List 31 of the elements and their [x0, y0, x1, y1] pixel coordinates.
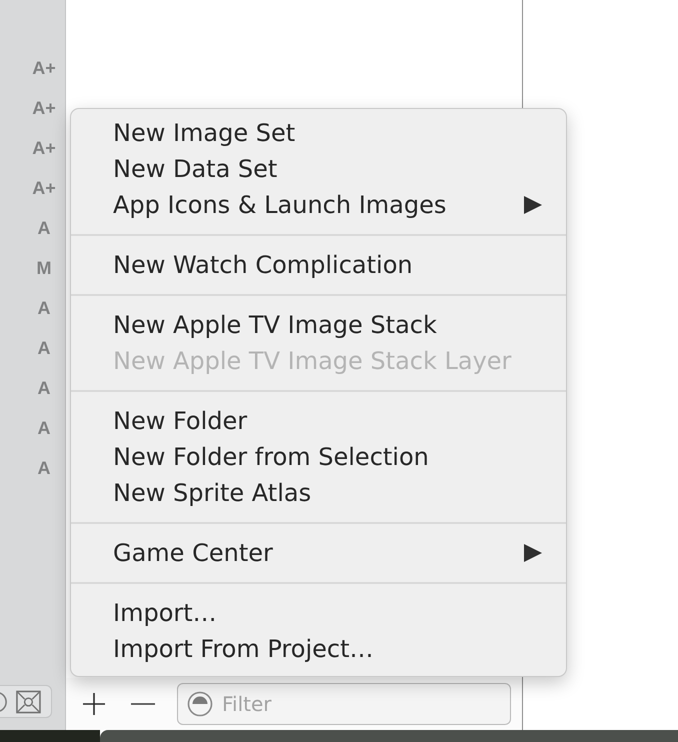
menu-item[interactable]: New Apple TV Image Stack [71, 307, 566, 343]
filter-icon [187, 691, 213, 717]
menu-item[interactable]: Import From Project… [71, 631, 566, 667]
menu-item[interactable]: New Watch Complication [71, 247, 566, 283]
menu-item[interactable]: New Sprite Atlas [71, 475, 566, 511]
status-letter: A [36, 217, 52, 240]
status-letter: M [36, 257, 52, 280]
status-letter: A+ [31, 97, 57, 120]
add-button[interactable] [82, 692, 106, 716]
minus-icon [131, 703, 155, 705]
menu-item[interactable]: Import… [71, 595, 566, 631]
menu-item[interactable]: New Folder [71, 403, 566, 439]
status-letter: A [36, 417, 52, 440]
plus-icon [83, 693, 105, 715]
boxed-x-icon[interactable] [16, 690, 41, 714]
submenu-arrow-icon [524, 196, 542, 214]
menu-item[interactable]: App Icons & Launch Images [71, 187, 566, 223]
status-letter: A+ [31, 57, 57, 80]
status-letter: A [36, 377, 52, 400]
menu-item[interactable]: New Data Set [71, 151, 566, 187]
status-letter: A+ [31, 137, 57, 160]
status-letter: A [36, 297, 52, 320]
segmented-control[interactable] [0, 685, 52, 718]
filter-field[interactable]: Filter [177, 683, 511, 725]
submenu-arrow-icon [524, 544, 542, 562]
menu-item[interactable]: New Image Set [71, 115, 566, 151]
menu-item[interactable]: New Folder from Selection [71, 439, 566, 475]
status-letter: A+ [31, 177, 57, 200]
status-letter: A [36, 337, 52, 360]
menu-item[interactable]: Game Center [71, 535, 566, 571]
status-letter: A [36, 457, 52, 480]
